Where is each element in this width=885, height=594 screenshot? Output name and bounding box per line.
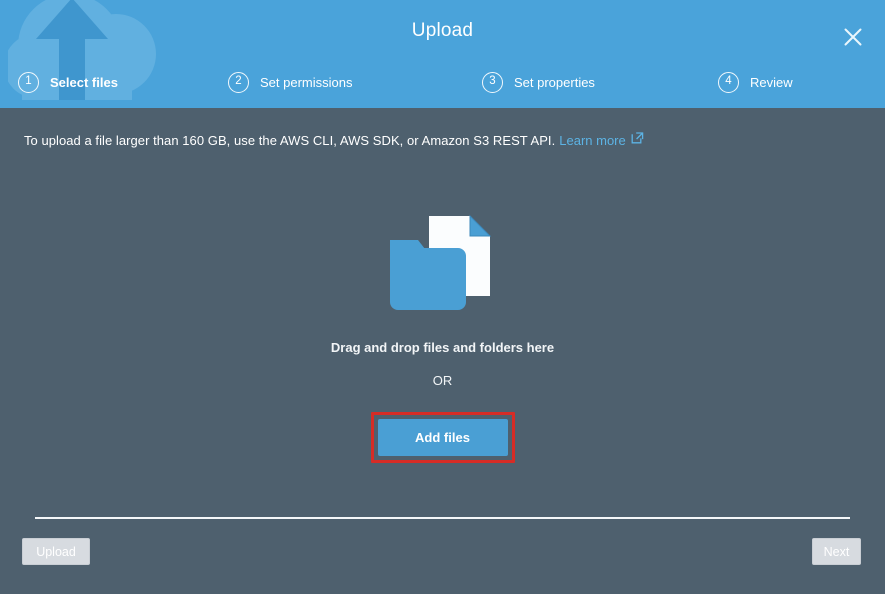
learn-more-link[interactable]: Learn more [559, 133, 625, 148]
step-indicator: 1 Select files 2 Set permissions 3 Set p… [0, 66, 885, 100]
next-button[interactable]: Next [812, 538, 861, 565]
add-files-highlight: Add files [370, 412, 515, 463]
step-number-3: 3 [482, 71, 503, 93]
modal-header: Upload 1 Select files 2 Set permissions … [0, 0, 885, 108]
modal-footer: Upload Next [0, 534, 885, 594]
step-number-2: 2 [228, 71, 249, 93]
dropzone-or-text: OR [432, 373, 453, 388]
step-label-review: Review [750, 74, 793, 90]
upload-modal: Upload 1 Select files 2 Set permissions … [0, 0, 885, 594]
step-label-set-properties: Set properties [514, 74, 595, 90]
step-number-1: 1 [18, 71, 39, 93]
add-files-button[interactable]: Add files [377, 419, 508, 456]
step-set-permissions[interactable]: 2 Set permissions [228, 66, 352, 98]
footer-divider [35, 517, 850, 519]
info-message: To upload a file larger than 160 GB, use… [24, 132, 556, 148]
step-number-4: 4 [718, 71, 739, 93]
drop-area[interactable]: Drag and drop files and folders here OR … [0, 180, 885, 500]
step-select-files[interactable]: 1 Select files [18, 66, 118, 98]
external-link-icon[interactable] [631, 131, 644, 149]
dropzone-primary-text: Drag and drop files and folders here [330, 340, 555, 355]
info-bar: To upload a file larger than 160 GB, use… [0, 108, 885, 172]
page-title: Upload [411, 20, 474, 41]
close-icon[interactable] [835, 19, 871, 55]
step-review[interactable]: 4 Review [718, 66, 793, 98]
folder-document-icon [384, 208, 502, 318]
upload-button[interactable]: Upload [22, 538, 90, 565]
step-label-select-files: Select files [50, 74, 118, 90]
step-label-set-permissions: Set permissions [260, 74, 353, 90]
step-set-properties[interactable]: 3 Set properties [482, 66, 595, 98]
